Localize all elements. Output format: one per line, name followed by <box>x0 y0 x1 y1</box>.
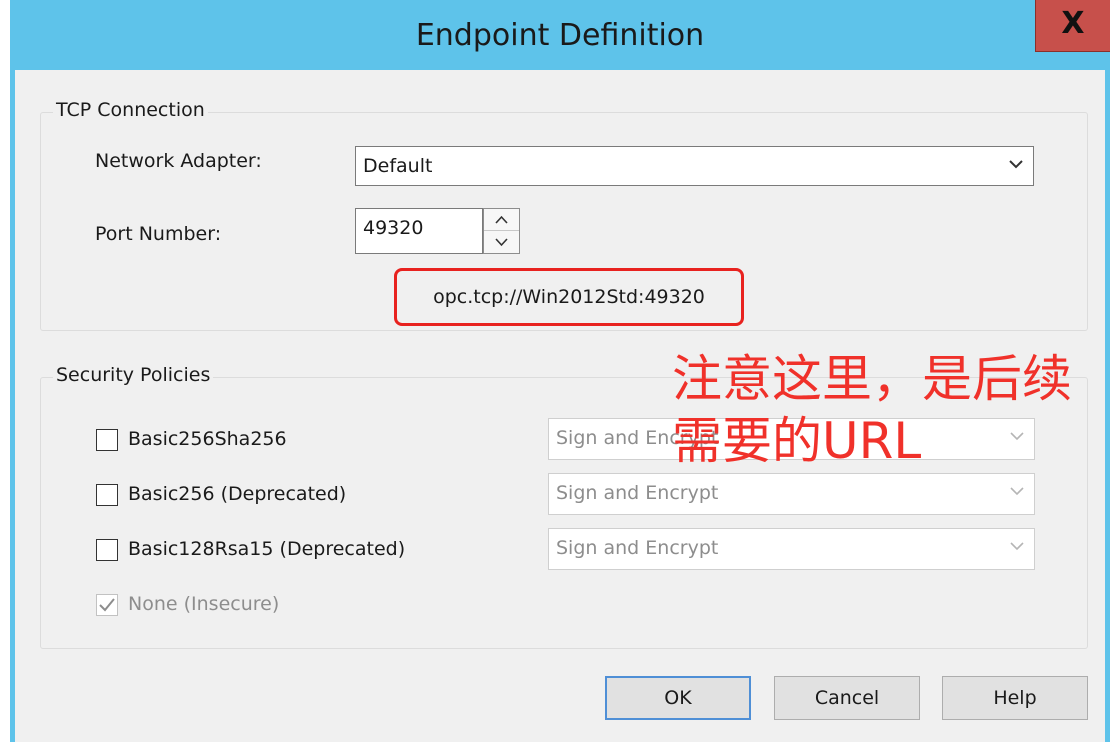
checkbox-basic256sha256[interactable] <box>96 429 118 451</box>
dialog-title: Endpoint Definition <box>415 18 705 53</box>
annotation-text: 注意这里，是后续 需要的URL <box>672 348 1072 472</box>
endpoint-url: opc.tcp://Win2012Std:49320 <box>433 286 705 308</box>
dialog-body: TCP Connection Network Adapter: Default … <box>15 70 1105 742</box>
chevron-down-icon <box>1010 542 1024 551</box>
annotation-line-2: 需要的URL <box>672 412 922 470</box>
checkbox-none-insecure[interactable] <box>96 594 118 616</box>
checkmark-icon <box>99 598 115 612</box>
spin-down-button[interactable] <box>484 231 519 253</box>
network-adapter-select[interactable]: Default <box>355 146 1034 186</box>
tcp-connection-label: TCP Connection <box>53 99 208 121</box>
annotation-line-1: 注意这里，是后续 <box>672 350 1072 408</box>
policy-label-basic128rsa15: Basic128Rsa15 (Deprecated) <box>128 538 406 560</box>
endpoint-definition-dialog: Endpoint Definition X TCP Connection Net… <box>10 0 1110 742</box>
policy-label-basic256sha256: Basic256Sha256 <box>128 428 287 450</box>
help-button[interactable]: Help <box>942 676 1088 720</box>
mode-select-basic128rsa15[interactable]: Sign and Encrypt <box>548 528 1035 570</box>
close-icon: X <box>1061 6 1085 41</box>
chevron-down-icon <box>1010 487 1024 496</box>
checkbox-basic128rsa15[interactable] <box>96 539 118 561</box>
network-adapter-value: Default <box>363 155 433 177</box>
mode-value: Sign and Encrypt <box>556 537 719 559</box>
checkbox-basic256[interactable] <box>96 484 118 506</box>
policy-label-basic256: Basic256 (Deprecated) <box>128 483 347 505</box>
endpoint-url-highlight: opc.tcp://Win2012Std:49320 <box>394 268 744 326</box>
port-number-stepper[interactable]: 49320 <box>355 208 520 254</box>
chevron-down-icon <box>495 238 508 247</box>
security-policies-label: Security Policies <box>53 364 214 386</box>
chevron-up-icon <box>495 215 508 224</box>
mode-value: Sign and Encrypt <box>556 482 719 504</box>
port-number-label: Port Number: <box>95 223 222 245</box>
policy-label-none-insecure: None (Insecure) <box>128 593 280 615</box>
spin-up-button[interactable] <box>484 209 519 231</box>
port-number-value: 49320 <box>363 217 424 239</box>
cancel-button[interactable]: Cancel <box>774 676 920 720</box>
mode-select-basic256[interactable]: Sign and Encrypt <box>548 473 1035 515</box>
close-button[interactable]: X <box>1035 0 1110 52</box>
ok-button[interactable]: OK <box>605 676 751 720</box>
title-bar[interactable]: Endpoint Definition X <box>10 0 1110 70</box>
chevron-down-icon <box>1009 160 1023 169</box>
port-spin-buttons <box>483 208 520 254</box>
network-adapter-label: Network Adapter: <box>95 150 262 172</box>
